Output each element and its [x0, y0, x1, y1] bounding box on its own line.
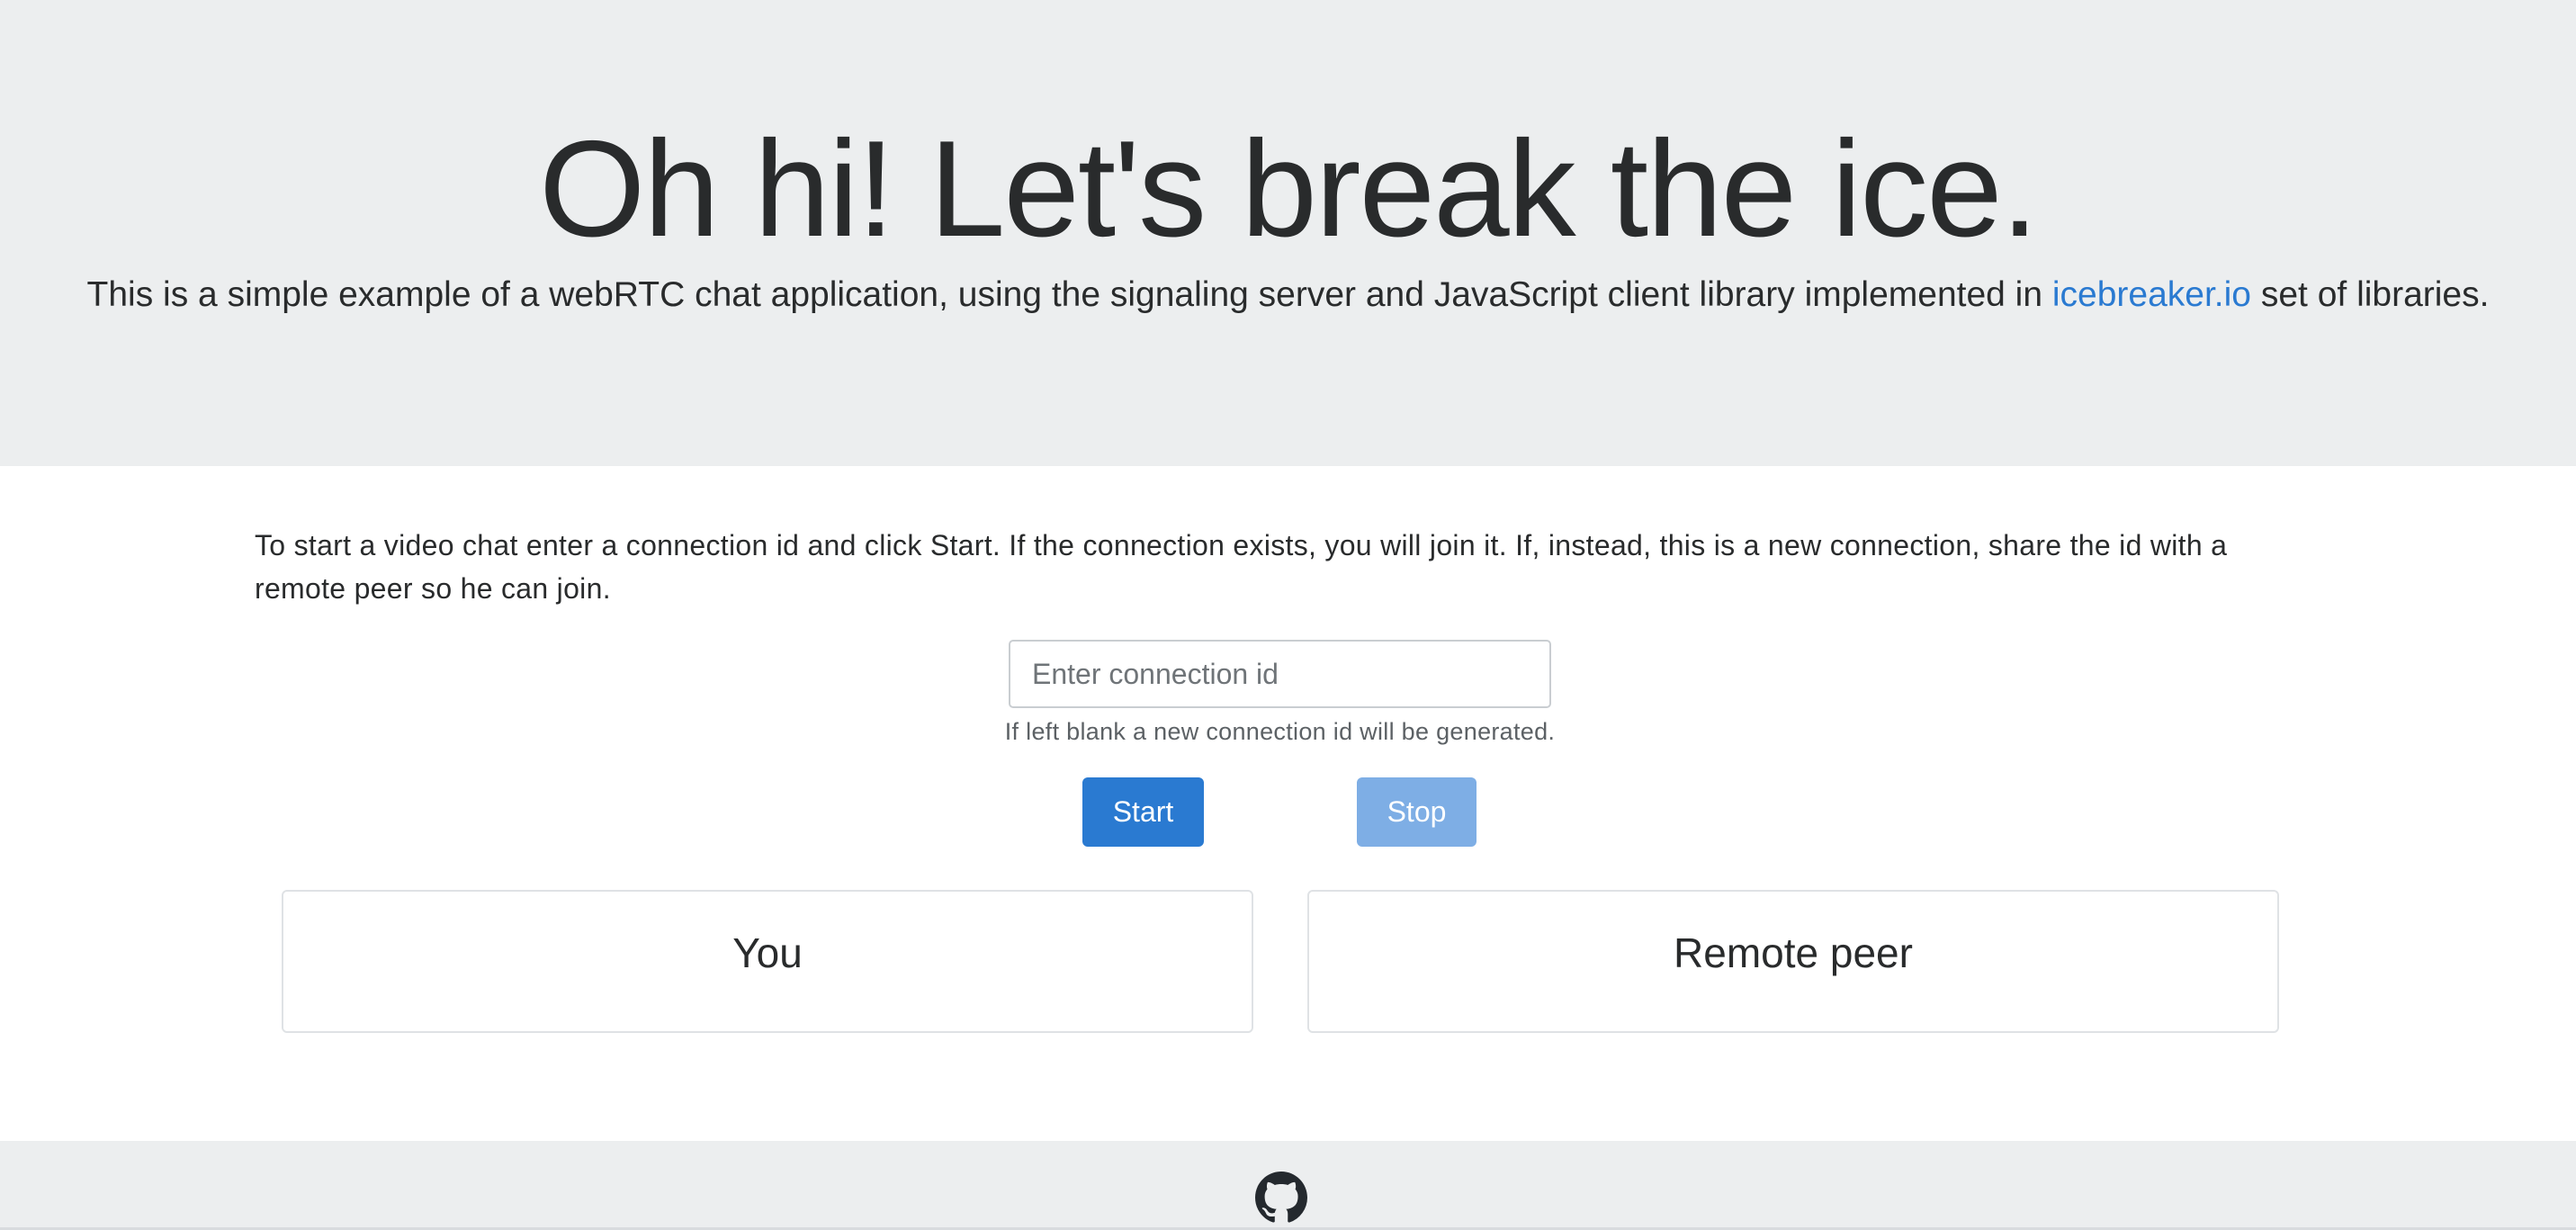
icebreaker-link[interactable]: icebreaker.io — [2052, 275, 2251, 314]
intro-text: To start a video chat enter a connection… — [255, 529, 2228, 605]
jumbotron: Oh hi! Let's break the ice. This is a si… — [0, 0, 2576, 466]
page-title: Oh hi! Let's break the ice. — [539, 112, 2039, 265]
connection-id-help: If left blank a new connection id will b… — [1004, 718, 1556, 745]
footer — [0, 1141, 2576, 1230]
connection-id-input[interactable] — [1009, 640, 1551, 708]
remote-video-title: Remote peer — [1674, 929, 1913, 976]
lead-text-before: This is a simple example of a webRTC cha… — [86, 275, 2052, 314]
local-video-title: You — [732, 929, 803, 976]
remote-video-card: Remote peer — [1307, 890, 2279, 1033]
lead-text-after: set of libraries. — [2251, 275, 2490, 314]
page-lead: This is a simple example of a webRTC cha… — [0, 270, 2576, 320]
github-icon — [1255, 1172, 1307, 1224]
stop-button[interactable]: Stop — [1357, 777, 1476, 847]
start-button[interactable]: Start — [1082, 777, 1204, 847]
github-link[interactable] — [1255, 1172, 1307, 1224]
local-video-card: You — [282, 890, 1253, 1033]
